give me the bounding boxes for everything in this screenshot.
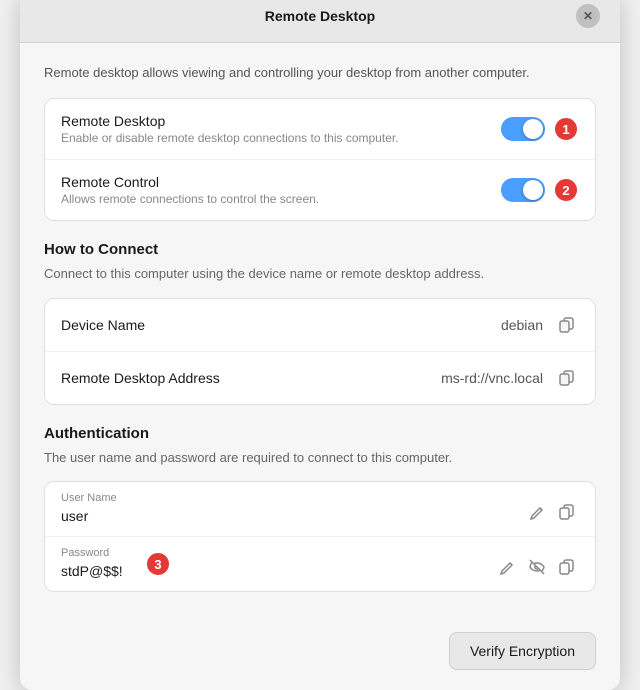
- username-row: User Name user: [45, 482, 595, 537]
- toggle-password-visibility-button[interactable]: [525, 555, 549, 579]
- password-field-name: Password: [61, 547, 496, 559]
- copy-password-button[interactable]: [555, 555, 579, 579]
- connect-info-card: Device Name debian Remote Desktop Addres…: [44, 298, 596, 405]
- username-value: user: [61, 508, 526, 524]
- password-row: Password stdP@$$! 3: [45, 537, 595, 591]
- username-field-name: User Name: [61, 492, 526, 504]
- copy-address-button[interactable]: [555, 366, 579, 390]
- remote-control-desc: Allows remote connections to control the…: [61, 192, 501, 206]
- eye-off-icon: [529, 559, 545, 575]
- address-row: Remote Desktop Address ms-rd://vnc.local: [45, 352, 595, 404]
- intro-description: Remote desktop allows viewing and contro…: [44, 63, 596, 83]
- auth-section-title: Authentication: [44, 425, 596, 442]
- remote-desktop-dialog: Remote Desktop ✕ Remote desktop allows v…: [20, 0, 620, 690]
- remote-control-label: Remote Control: [61, 174, 501, 190]
- copy-device-name-button[interactable]: [555, 313, 579, 337]
- remote-control-toggle[interactable]: [501, 178, 545, 202]
- address-label: Remote Desktop Address: [61, 370, 441, 386]
- device-name-value: debian: [501, 317, 543, 333]
- remote-control-row: Remote Control Allows remote connections…: [45, 160, 595, 220]
- copy-icon: [559, 504, 575, 520]
- connect-section-title: How to Connect: [44, 241, 596, 258]
- dialog-title: Remote Desktop: [64, 8, 576, 24]
- copy-username-button[interactable]: [555, 500, 579, 524]
- remote-control-badge: 2: [553, 177, 579, 203]
- toggle-card: Remote Desktop Enable or disable remote …: [44, 98, 596, 221]
- close-button[interactable]: ✕: [576, 4, 600, 28]
- copy-icon: [559, 559, 575, 575]
- auth-field-card: User Name user: [44, 481, 596, 592]
- connect-section-desc: Connect to this computer using the devic…: [44, 264, 596, 284]
- remote-desktop-badge: 1: [553, 116, 579, 142]
- pencil-icon: [500, 560, 515, 575]
- auth-section-desc: The user name and password are required …: [44, 448, 596, 468]
- edit-password-button[interactable]: [496, 556, 519, 579]
- remote-desktop-row: Remote Desktop Enable or disable remote …: [45, 99, 595, 160]
- verify-encryption-button[interactable]: Verify Encryption: [449, 632, 596, 670]
- password-badge: 3: [145, 551, 171, 577]
- password-value: stdP@$$!: [61, 563, 496, 579]
- remote-desktop-label: Remote Desktop: [61, 113, 501, 129]
- dialog-footer: Verify Encryption: [20, 632, 620, 690]
- copy-icon: [559, 317, 575, 333]
- remote-desktop-toggle[interactable]: [501, 117, 545, 141]
- device-name-row: Device Name debian: [45, 299, 595, 352]
- edit-username-button[interactable]: [526, 501, 549, 524]
- copy-icon: [559, 370, 575, 386]
- address-value: ms-rd://vnc.local: [441, 370, 543, 386]
- device-name-label: Device Name: [61, 317, 501, 333]
- title-bar: Remote Desktop ✕: [20, 0, 620, 43]
- remote-desktop-desc: Enable or disable remote desktop connect…: [61, 131, 501, 145]
- dialog-content: Remote desktop allows viewing and contro…: [20, 43, 620, 633]
- pencil-icon: [530, 505, 545, 520]
